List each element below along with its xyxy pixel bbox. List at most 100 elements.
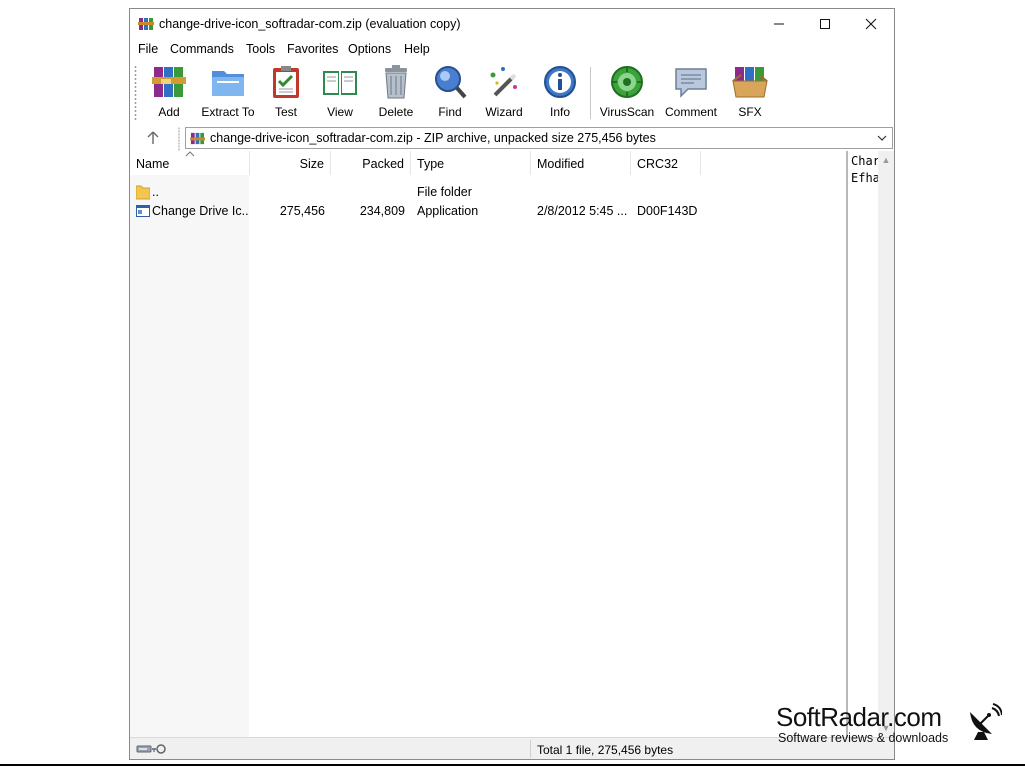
row-modified: 2/8/2012 5:45 ... [537,204,628,218]
add-label: Add [158,105,180,119]
maximize-button[interactable] [802,9,848,39]
softradar-watermark: SoftRadar.com Software reviews & downloa… [776,702,1016,748]
file-list[interactable]: Name Size Packed Type Modified CRC32 .. … [130,151,846,737]
add-icon [152,67,186,97]
view-button[interactable]: View [318,63,362,123]
column-modified-label: Modified [537,157,585,171]
status-divider [530,740,531,758]
up-button[interactable] [144,128,162,148]
table-row[interactable]: .. File folder [130,183,846,202]
name-column-background [130,175,249,737]
window-title: change-drive-icon_softradar-com.zip (eva… [159,17,461,31]
comment-line: Char [851,154,879,168]
up-arrow-icon [147,131,159,144]
column-header-packed[interactable]: Packed [331,151,411,175]
column-header-crc32[interactable]: CRC32 [631,151,701,175]
menu-help[interactable]: Help [404,42,430,56]
wizard-label: Wizard [485,105,523,119]
column-size-label: Size [299,157,324,171]
toolbar-grip[interactable] [134,65,137,121]
test-label: Test [274,105,297,119]
row-type: File folder [417,185,472,199]
row-name: .. [152,185,159,199]
column-header-type[interactable]: Type [411,151,531,175]
winrar-window: change-drive-icon_softradar-com.zip (eva… [129,8,895,760]
row-type: Application [417,204,479,218]
folder-icon [136,185,150,200]
maximize-icon [820,19,830,29]
extract-to-button[interactable]: Extract To [198,63,258,123]
address-row: change-drive-icon_softradar-com.zip - ZI… [130,125,894,151]
winrar-app-icon [138,18,154,30]
close-button[interactable] [848,9,894,39]
column-type-label: Type [417,157,445,171]
archive-icon [190,132,205,145]
menu-commands[interactable]: Commands [170,42,234,56]
row-crc32: D00F143D [637,204,698,218]
column-header-modified[interactable]: Modified [531,151,631,175]
menu-tools[interactable]: Tools [246,42,275,56]
comment-text: Char Efha [851,153,879,187]
address-text: change-drive-icon_softradar-com.zip - ZI… [210,131,656,145]
comment-line: Efha [851,171,879,185]
row-name: Change Drive Ic... [152,204,248,218]
page-bottom-rule [0,764,1025,766]
comment-button[interactable]: Comment [662,63,720,123]
view-book-icon [323,71,357,95]
delete-label: Delete [378,105,414,119]
add-button[interactable]: Add [148,63,190,123]
comment-icon [675,68,707,98]
extract-to-label: Extract To [201,105,255,119]
chevron-down-icon[interactable] [876,131,888,145]
address-grip[interactable] [178,127,180,151]
drive-key-icon [136,744,166,754]
find-label: Find [438,105,462,119]
row-packed: 234,809 [359,204,405,218]
comment-scrollbar[interactable]: ▲ ▼ [878,151,894,737]
magic-wand-icon [490,67,517,97]
column-name-label: Name [136,157,170,171]
title-bar[interactable]: change-drive-icon_softradar-com.zip (eva… [130,9,894,39]
minimize-button[interactable] [756,9,802,39]
virusscan-label: VirusScan [599,105,655,119]
toolbar: Add Extract To Test View Delete Find Wiz… [130,61,894,125]
column-crc32-label: CRC32 [637,157,678,171]
status-total: Total 1 file, 275,456 bytes [537,743,674,757]
column-header-name[interactable]: Name [130,151,250,175]
trash-icon [385,65,407,99]
application-icon [136,205,150,217]
watermark-tagline: Software reviews & downloads [778,731,949,745]
scroll-up-arrow-icon[interactable]: ▲ [878,153,894,167]
satellite-dish-icon [970,703,1002,740]
info-button[interactable]: Info [540,63,580,123]
table-row[interactable]: Change Drive Ic... 275,456 234,809 Appli… [130,202,846,221]
menu-file[interactable]: File [138,42,158,56]
test-button[interactable]: Test [266,63,306,123]
sort-ascending-icon [185,151,195,157]
magnifier-icon [435,66,467,99]
comment-label: Comment [664,105,717,119]
address-combobox[interactable]: change-drive-icon_softradar-com.zip - ZI… [185,127,893,149]
find-button[interactable]: Find [430,63,470,123]
close-icon [865,18,877,30]
column-packed-label: Packed [362,157,404,171]
sfx-label: SFX [738,105,762,119]
sfx-button[interactable]: SFX [728,63,772,123]
watermark-brand: SoftRadar.com [776,702,942,732]
menu-bar: File Commands Tools Favorites Options He… [130,39,894,59]
wizard-button[interactable]: Wizard [482,63,526,123]
virus-scan-icon [611,66,643,98]
toolbar-separator [590,67,591,119]
test-clipboard-icon [273,66,299,98]
comment-pane[interactable]: Char Efha ▲ ▼ [846,151,894,737]
extract-folder-icon [212,71,244,96]
delete-button[interactable]: Delete [374,63,418,123]
sfx-box-icon [732,67,768,98]
row-size: 275,456 [279,204,325,218]
view-label: View [327,105,353,119]
menu-options[interactable]: Options [348,42,391,56]
virusscan-button[interactable]: VirusScan [598,63,656,123]
menu-favorites[interactable]: Favorites [287,42,338,56]
info-icon [544,66,576,98]
column-header-size[interactable]: Size [250,151,331,175]
